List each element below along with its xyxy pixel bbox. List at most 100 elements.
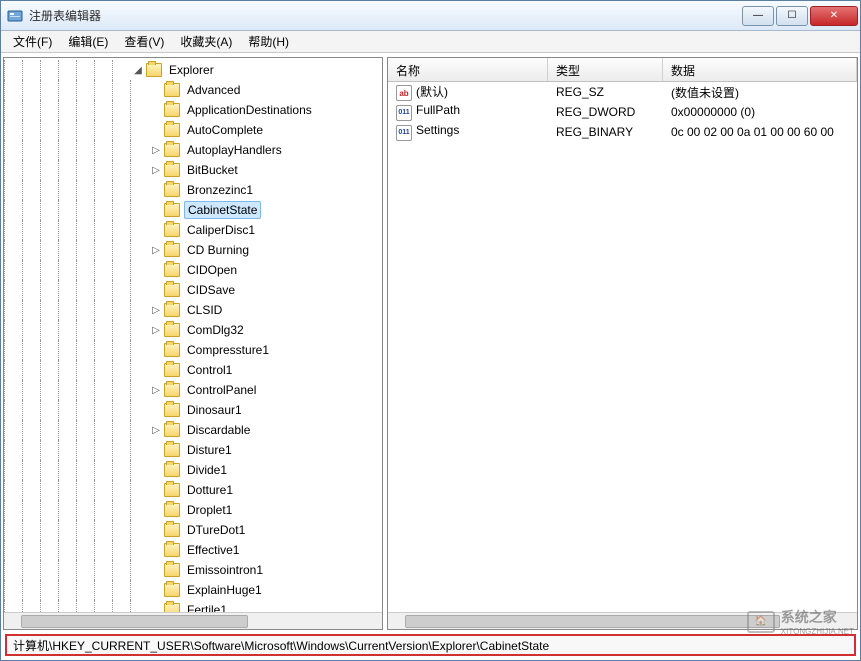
tree-item[interactable]: Compressture1 (4, 340, 382, 360)
tree-hscrollbar[interactable] (4, 612, 382, 629)
tree-item[interactable]: Advanced (4, 80, 382, 100)
tree-item[interactable]: Fertile1 (4, 600, 382, 612)
expand-icon[interactable]: ▷ (150, 324, 162, 336)
tree-label: Emissointron1 (184, 562, 266, 578)
expand-icon[interactable]: ▷ (150, 384, 162, 396)
tree-item[interactable]: Bronzezinc1 (4, 180, 382, 200)
tree-label: Disture1 (184, 442, 235, 458)
value-data: (数值未设置) (663, 84, 857, 101)
status-path: 计算机\HKEY_CURRENT_USER\Software\Microsoft… (13, 637, 549, 654)
tree-item[interactable]: ▷CD Burning (4, 240, 382, 260)
folder-icon (164, 163, 180, 177)
tree-item[interactable]: Effective1 (4, 540, 382, 560)
registry-tree: ◢ExplorerAdvanced ApplicationDestinations… (4, 58, 382, 612)
tree-item[interactable]: ▷ AutoplayHandlers (4, 140, 382, 160)
folder-icon (164, 323, 180, 337)
tree-label: ApplicationDestinations (184, 102, 315, 118)
expand-icon[interactable]: ▷ (150, 304, 162, 316)
folder-icon (164, 343, 180, 357)
folder-icon (164, 603, 180, 612)
expand-icon[interactable]: ▷ (150, 164, 162, 176)
value-name-cell: ab(默认) (388, 83, 548, 102)
col-header-data[interactable]: 数据 (663, 58, 857, 81)
tree-label: ComDlg32 (184, 322, 247, 338)
tree-label: CIDSave (184, 282, 238, 298)
menu-file[interactable]: 文件(F) (5, 31, 60, 52)
tree-item[interactable]: ▷ ComDlg32 (4, 320, 382, 340)
expand-placeholder (150, 604, 162, 612)
tree-item[interactable]: Droplet1 (4, 500, 382, 520)
expand-icon[interactable]: ▷ (150, 244, 162, 256)
tree-item[interactable]: AutoComplete (4, 120, 382, 140)
tree-item[interactable]: ▷ CLSID (4, 300, 382, 320)
tree-item[interactable]: Dinosaur1 (4, 400, 382, 420)
tree-item[interactable]: DTureDot1 (4, 520, 382, 540)
tree-item[interactable]: CIDSave (4, 280, 382, 300)
expand-icon[interactable]: ▷ (150, 144, 162, 156)
folder-icon (164, 443, 180, 457)
tree-label: ControlPanel (184, 382, 259, 398)
tree-label: DTureDot1 (184, 522, 248, 538)
folder-icon (164, 303, 180, 317)
tree-item[interactable]: CaliperDisc1 (4, 220, 382, 240)
tree-item[interactable]: Emissointron1 (4, 560, 382, 580)
menubar: 文件(F) 编辑(E) 查看(V) 收藏夹(A) 帮助(H) (1, 31, 860, 53)
expand-placeholder (150, 184, 162, 196)
values-hscrollbar[interactable] (388, 612, 857, 629)
menu-view[interactable]: 查看(V) (116, 31, 172, 52)
tree-item[interactable]: Divide1 (4, 460, 382, 480)
maximize-button[interactable]: ☐ (776, 6, 808, 26)
minimize-button[interactable]: — (742, 6, 774, 26)
folder-icon (164, 403, 180, 417)
tree-label: CLSID (184, 302, 225, 318)
tree-label: Fertile1 (184, 602, 230, 612)
tree-item[interactable]: Disture1 (4, 440, 382, 460)
tree-label: Bronzezinc1 (184, 182, 256, 198)
folder-icon (164, 203, 180, 217)
col-header-type[interactable]: 类型 (548, 58, 663, 81)
binary-value-icon: 011 (396, 105, 412, 121)
values-header: 名称 类型 数据 (388, 58, 857, 82)
expand-placeholder (150, 264, 162, 276)
expand-icon[interactable]: ▷ (150, 424, 162, 436)
tree-item[interactable]: ▷ ControlPanel (4, 380, 382, 400)
value-row[interactable]: ab(默认)REG_SZ(数值未设置) (388, 82, 857, 102)
folder-icon (164, 563, 180, 577)
folder-icon (164, 363, 180, 377)
tree-item[interactable]: Control1 (4, 360, 382, 380)
folder-icon (164, 183, 180, 197)
col-header-name[interactable]: 名称 (388, 58, 548, 81)
tree-label: AutoplayHandlers (184, 142, 285, 158)
statusbar: 计算机\HKEY_CURRENT_USER\Software\Microsoft… (5, 634, 856, 656)
tree-item[interactable]: ExplainHuge1 (4, 580, 382, 600)
tree-label: Control1 (184, 362, 235, 378)
menu-help[interactable]: 帮助(H) (240, 31, 297, 52)
values-list[interactable]: ab(默认)REG_SZ(数值未设置)011FullPathREG_DWORD0… (388, 82, 857, 612)
menu-favorites[interactable]: 收藏夹(A) (172, 31, 240, 52)
tree-item-explorer[interactable]: ◢Explorer (4, 60, 382, 80)
regedit-app-icon (7, 8, 23, 24)
tree-item[interactable]: Dotture1 (4, 480, 382, 500)
folder-icon (164, 123, 180, 137)
binary-value-icon: 011 (396, 125, 412, 141)
tree-label: CabinetState (184, 201, 261, 219)
collapse-icon[interactable]: ◢ (132, 64, 144, 76)
tree-item[interactable]: ▷ Discardable (4, 420, 382, 440)
tree-item[interactable]: CIDOpen (4, 260, 382, 280)
value-row[interactable]: 011SettingsREG_BINARY0c 00 02 00 0a 01 0… (388, 122, 857, 142)
tree-item[interactable]: CabinetState (4, 200, 382, 220)
close-button[interactable]: ✕ (810, 6, 858, 26)
folder-icon (164, 503, 180, 517)
expand-placeholder (150, 504, 162, 516)
tree-item[interactable]: ▷BitBucket (4, 160, 382, 180)
tree-item[interactable]: ApplicationDestinations (4, 100, 382, 120)
folder-icon (164, 263, 180, 277)
menu-edit[interactable]: 编辑(E) (60, 31, 116, 52)
tree-scroll[interactable]: ◢ExplorerAdvanced ApplicationDestinations… (4, 58, 382, 612)
expand-placeholder (150, 204, 162, 216)
tree-label: Discardable (184, 422, 253, 438)
expand-placeholder (150, 464, 162, 476)
tree-label: CIDOpen (184, 262, 240, 278)
value-row[interactable]: 011FullPathREG_DWORD0x00000000 (0) (388, 102, 857, 122)
folder-icon (146, 63, 162, 77)
